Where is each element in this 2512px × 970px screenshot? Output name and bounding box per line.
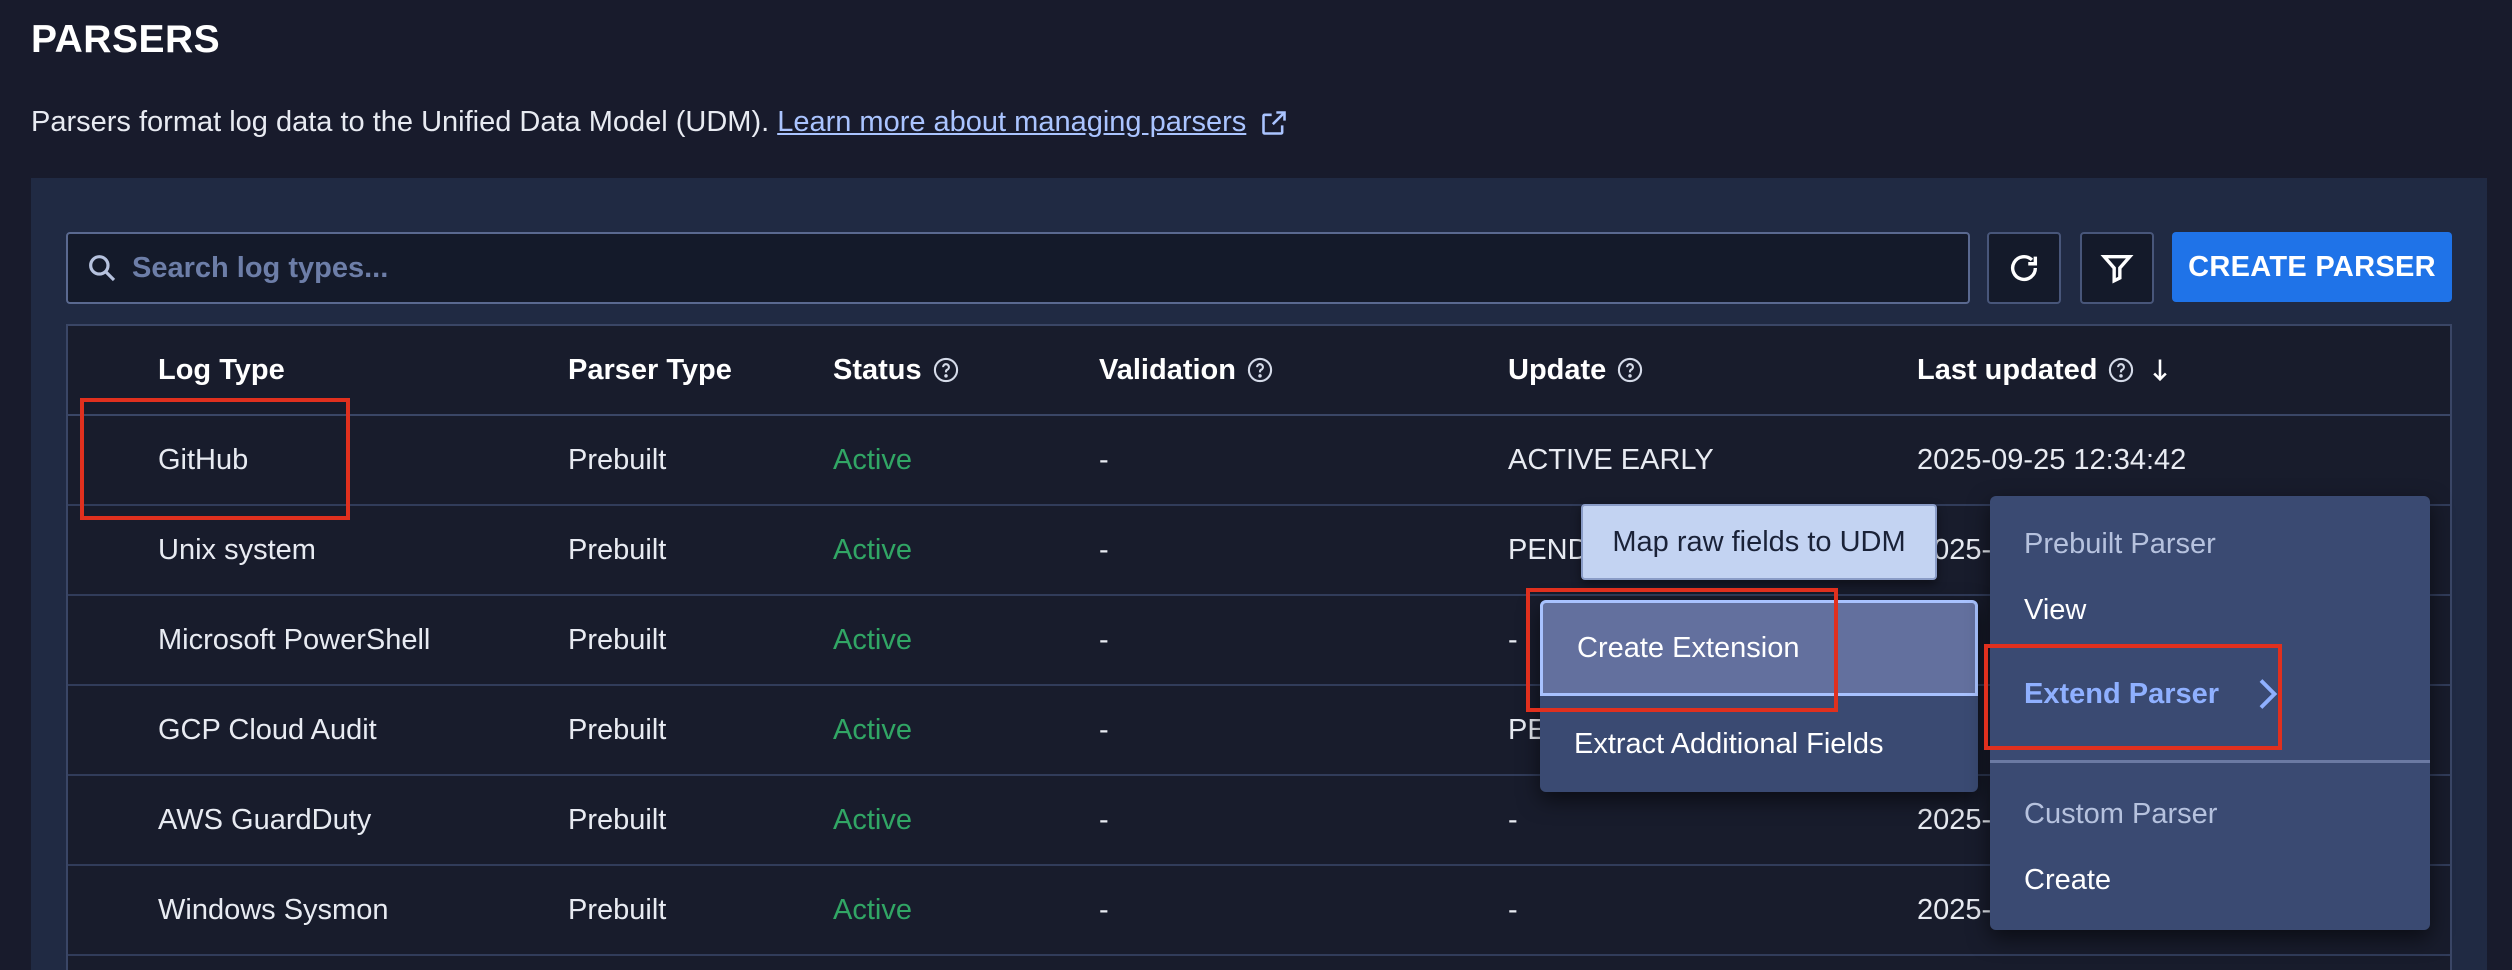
help-icon[interactable] bbox=[1246, 356, 1274, 384]
menu-section-custom-parser: Custom Parser bbox=[2024, 797, 2218, 830]
create-parser-button[interactable]: CREATE PARSER bbox=[2172, 232, 2452, 302]
search-input[interactable] bbox=[132, 251, 1968, 285]
parsers-page: PARSERS Parsers format log data to the U… bbox=[0, 0, 2512, 970]
col-header-update[interactable]: Update bbox=[1508, 326, 1644, 414]
extend-parser-submenu: Create Extension Extract Additional Fiel… bbox=[1540, 600, 1978, 792]
cell-parser-type: Prebuilt bbox=[568, 623, 667, 656]
cell-status: Active bbox=[833, 443, 912, 476]
cell-update: - bbox=[1508, 623, 1518, 656]
cell-log-type: GCP Cloud Audit bbox=[158, 713, 377, 746]
cell-status: Active bbox=[833, 533, 912, 566]
col-header-last-updated[interactable]: Last updated bbox=[1917, 326, 2171, 414]
sort-descending-icon[interactable] bbox=[2149, 356, 2171, 384]
cell-status: Active bbox=[833, 623, 912, 656]
col-header-status[interactable]: Status bbox=[833, 326, 960, 414]
search-icon bbox=[89, 255, 116, 282]
col-header-log-type[interactable]: Log Type bbox=[158, 326, 285, 414]
help-icon[interactable] bbox=[1616, 356, 1644, 384]
cell-log-type: Unix system bbox=[158, 533, 316, 566]
cell-log-type: AWS GuardDuty bbox=[158, 803, 372, 836]
col-header-parser-type[interactable]: Parser Type bbox=[568, 326, 732, 414]
table-header: Log Type Parser Type Status Validation U… bbox=[68, 326, 2450, 416]
page-description: Parsers format log data to the Unified D… bbox=[31, 106, 1288, 139]
cell-parser-type: Prebuilt bbox=[568, 443, 667, 476]
description-text: Parsers format log data to the Unified D… bbox=[31, 106, 770, 138]
menu-divider bbox=[1990, 760, 2430, 763]
col-header-validation[interactable]: Validation bbox=[1099, 326, 1274, 414]
cell-validation: - bbox=[1099, 803, 1109, 836]
cell-log-type: Windows Sysmon bbox=[158, 893, 389, 926]
parser-actions-menu: Prebuilt Parser View Extend Parser Custo… bbox=[1990, 496, 2430, 930]
learn-more-link[interactable]: Learn more about managing parsers bbox=[777, 106, 1246, 139]
menu-item-extract-additional-fields[interactable]: Extract Additional Fields bbox=[1540, 696, 1978, 792]
tooltip: Map raw fields to UDM bbox=[1581, 504, 1937, 580]
page-title: PARSERS bbox=[31, 18, 221, 61]
cell-last-updated: 2025-09-25 12:34:42 bbox=[1917, 443, 2187, 476]
cell-status: Active bbox=[833, 713, 912, 746]
cell-validation: - bbox=[1099, 623, 1109, 656]
filter-button[interactable] bbox=[2080, 232, 2154, 304]
menu-item-create-extension[interactable]: Create Extension bbox=[1540, 600, 1978, 696]
cell-validation: - bbox=[1099, 533, 1109, 566]
cell-log-type: GitHub bbox=[158, 443, 249, 476]
cell-update: - bbox=[1508, 803, 1518, 836]
menu-item-view[interactable]: View bbox=[2024, 582, 2086, 638]
chevron-right-icon bbox=[2259, 679, 2278, 709]
cell-update: - bbox=[1508, 893, 1518, 926]
filter-icon bbox=[2100, 254, 2134, 284]
cell-validation: - bbox=[1099, 443, 1109, 476]
cell-parser-type: Prebuilt bbox=[568, 533, 667, 566]
help-icon[interactable] bbox=[2107, 356, 2135, 384]
table-row[interactable]: GitHub Prebuilt Active - ACTIVE EARLY 20… bbox=[68, 416, 2450, 506]
cell-parser-type: Prebuilt bbox=[568, 893, 667, 926]
cell-validation: - bbox=[1099, 893, 1109, 926]
cell-update: ACTIVE EARLY bbox=[1508, 443, 1714, 476]
refresh-button[interactable] bbox=[1987, 232, 2061, 304]
extend-parser-label: Extend Parser bbox=[2024, 677, 2220, 710]
menu-item-extend-parser[interactable]: Extend Parser bbox=[2024, 662, 2279, 726]
menu-section-prebuilt-parser: Prebuilt Parser bbox=[2024, 527, 2216, 560]
cell-parser-type: Prebuilt bbox=[568, 713, 667, 746]
cell-status: Active bbox=[833, 893, 912, 926]
cell-log-type: Microsoft PowerShell bbox=[158, 623, 431, 656]
cell-validation: - bbox=[1099, 713, 1109, 746]
cell-parser-type: Prebuilt bbox=[568, 803, 667, 836]
cell-status: Active bbox=[833, 803, 912, 836]
external-link-icon[interactable] bbox=[1260, 109, 1288, 137]
cell-update: PEND bbox=[1508, 533, 1589, 566]
menu-item-create[interactable]: Create bbox=[2024, 852, 2111, 908]
help-icon[interactable] bbox=[932, 356, 960, 384]
search-box[interactable] bbox=[66, 232, 1970, 304]
refresh-icon bbox=[2010, 255, 2038, 281]
